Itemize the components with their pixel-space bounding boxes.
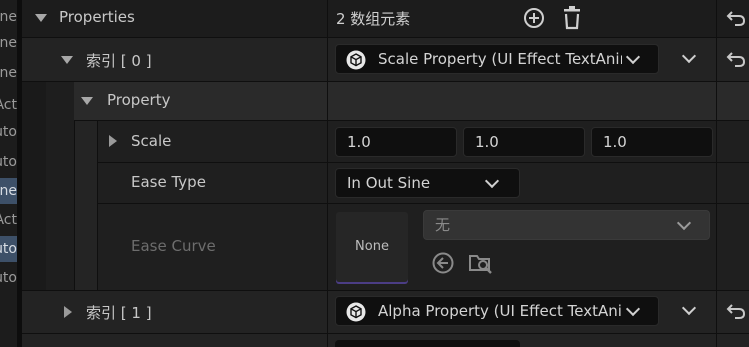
- outliner-item[interactable]: uto: [0, 149, 17, 175]
- outliner-item-label: uto: [0, 241, 17, 257]
- outliner-item-label: ne: [0, 183, 17, 199]
- expand-arrow-icon[interactable]: [61, 56, 73, 64]
- indent-gutter: [46, 82, 74, 290]
- expand-arrow-icon[interactable]: [35, 14, 47, 22]
- details-panel: Properties 2 数组元素 索引 [ 0 ] Scale Propert…: [22, 0, 749, 347]
- chevron-down-icon[interactable]: [681, 48, 697, 64]
- reset-arrow-icon[interactable]: [726, 302, 746, 320]
- cube-icon: [346, 50, 366, 70]
- index0-value: Scale Property (UI Effect TextAnim: [378, 50, 622, 68]
- outliner-item-label: uto: [0, 154, 17, 170]
- expand-arrow-icon[interactable]: [64, 306, 72, 318]
- scale-z-field[interactable]: 1.0: [591, 127, 713, 157]
- indent-gutter: [75, 121, 97, 290]
- index0-class-combo[interactable]: Scale Property (UI Effect TextAnim: [335, 44, 659, 74]
- scale-label: Scale: [131, 132, 172, 150]
- reset-arrow-icon[interactable]: [726, 9, 746, 27]
- ease-type-label: Ease Type: [131, 173, 206, 191]
- clipped-field[interactable]: [335, 340, 520, 347]
- chevron-down-icon: [484, 173, 500, 189]
- outliner-item-label: ne: [0, 9, 17, 25]
- outliner-item-label: uto: [0, 270, 17, 286]
- trash-icon[interactable]: [561, 6, 583, 30]
- property-group-label: Property: [107, 91, 171, 109]
- chevron-down-icon: [625, 49, 641, 65]
- index1-class-combo[interactable]: Alpha Property (UI Effect TextAnim: [335, 296, 659, 326]
- ease-curve-thumbnail[interactable]: None: [336, 212, 408, 282]
- index0-row: 索引 [ 0 ] Scale Property (UI Effect TextA…: [22, 38, 749, 81]
- outliner-item[interactable]: ne: [0, 60, 17, 86]
- expand-arrow-icon[interactable]: [81, 97, 93, 105]
- index0-label: 索引 [ 0 ]: [86, 52, 152, 70]
- array-count: 2 数组元素: [336, 10, 411, 28]
- properties-row: Properties 2 数组元素: [22, 0, 749, 37]
- outliner-item[interactable]: ne: [0, 30, 17, 56]
- folder-search-icon[interactable]: [468, 251, 494, 275]
- chevron-down-icon: [676, 215, 692, 231]
- add-circle-icon[interactable]: [523, 7, 545, 29]
- ease-type-value: In Out Sine: [347, 174, 431, 192]
- outliner-item-label: ne: [0, 35, 17, 51]
- outliner-strip: ne ne ne Act uto uto ne Act uto uto: [0, 0, 17, 347]
- outliner-item-label: Act: [0, 212, 17, 228]
- ease-curve-asset-combo[interactable]: 无: [423, 210, 710, 240]
- index1-row: 索引 [ 1 ] Alpha Property (UI Effect TextA…: [22, 291, 749, 333]
- index1-label: 索引 [ 1 ]: [86, 304, 152, 322]
- next-row: [22, 334, 749, 347]
- index1-value: Alpha Property (UI Effect TextAnim: [378, 302, 622, 320]
- outliner-item-label: uto: [0, 124, 17, 140]
- properties-label: Properties: [59, 8, 135, 26]
- ease-curve-asset-value: 无: [435, 216, 451, 234]
- outliner-item[interactable]: Act: [0, 92, 17, 118]
- outliner-item[interactable]: uto: [0, 236, 17, 262]
- expand-arrow-icon[interactable]: [109, 135, 117, 147]
- outliner-item[interactable]: uto: [0, 265, 17, 291]
- cube-icon: [346, 302, 366, 322]
- thumbnail-text: None: [355, 239, 389, 254]
- chevron-down-icon: [625, 301, 641, 317]
- reset-arrow-icon[interactable]: [726, 50, 746, 68]
- outliner-item[interactable]: Act: [0, 207, 17, 233]
- ease-curve-label: Ease Curve: [131, 237, 216, 255]
- outliner-item[interactable]: uto: [0, 119, 17, 145]
- outliner-item-label: Act: [0, 97, 17, 113]
- ease-type-combo[interactable]: In Out Sine: [335, 168, 520, 198]
- scale-y-field[interactable]: 1.0: [463, 127, 585, 157]
- outliner-item[interactable]: ne: [0, 178, 17, 204]
- scale-x-field[interactable]: 1.0: [335, 127, 457, 157]
- outliner-item-label: ne: [0, 65, 17, 81]
- arrow-left-circle-icon[interactable]: [431, 251, 455, 275]
- outliner-item[interactable]: ne: [0, 4, 17, 30]
- property-group-row: Property: [74, 82, 749, 120]
- chevron-down-icon[interactable]: [681, 300, 697, 316]
